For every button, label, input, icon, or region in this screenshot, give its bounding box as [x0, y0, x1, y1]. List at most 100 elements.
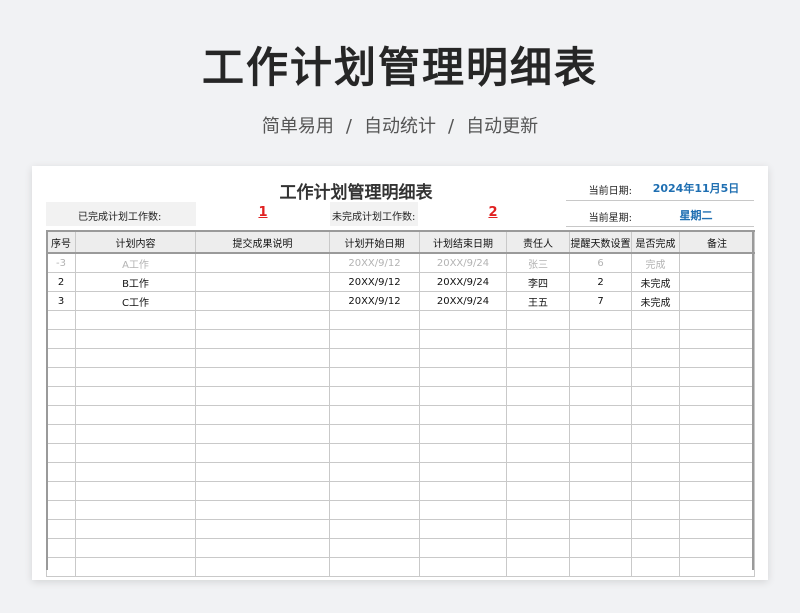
- empty-cell[interactable]: [329, 386, 420, 406]
- empty-cell[interactable]: [506, 386, 570, 406]
- empty-cell[interactable]: [75, 405, 196, 425]
- empty-cell[interactable]: [506, 500, 570, 520]
- cell-deliverable[interactable]: [195, 291, 330, 311]
- empty-cell[interactable]: [679, 424, 755, 444]
- empty-cell[interactable]: [506, 310, 570, 330]
- empty-cell[interactable]: [195, 348, 330, 368]
- empty-cell[interactable]: [195, 329, 330, 349]
- empty-cell[interactable]: [75, 443, 196, 463]
- cell-remarks[interactable]: [679, 291, 755, 311]
- empty-cell[interactable]: [506, 462, 570, 482]
- column-header-end-date[interactable]: 计划结束日期: [419, 230, 507, 254]
- empty-cell[interactable]: [195, 443, 330, 463]
- empty-cell[interactable]: [46, 310, 76, 330]
- empty-cell[interactable]: [631, 557, 680, 577]
- cell-completed[interactable]: 未完成: [631, 272, 680, 292]
- empty-cell[interactable]: [679, 481, 755, 501]
- empty-cell[interactable]: [419, 348, 507, 368]
- empty-cell[interactable]: [75, 424, 196, 444]
- empty-cell[interactable]: [569, 443, 632, 463]
- cell-owner[interactable]: 王五: [506, 291, 570, 311]
- empty-cell[interactable]: [75, 462, 196, 482]
- cell-owner[interactable]: 张三: [506, 252, 570, 273]
- empty-cell[interactable]: [419, 500, 507, 520]
- empty-cell[interactable]: [46, 405, 76, 425]
- empty-cell[interactable]: [419, 405, 507, 425]
- empty-cell[interactable]: [506, 424, 570, 444]
- empty-cell[interactable]: [631, 481, 680, 501]
- empty-cell[interactable]: [46, 443, 76, 463]
- empty-cell[interactable]: [329, 557, 420, 577]
- empty-cell[interactable]: [195, 386, 330, 406]
- cell-plan-content[interactable]: A工作: [75, 252, 196, 273]
- empty-cell[interactable]: [195, 481, 330, 501]
- empty-cell[interactable]: [75, 310, 196, 330]
- cell-start-date[interactable]: 20XX/9/12: [329, 272, 420, 292]
- cell-deliverable[interactable]: [195, 272, 330, 292]
- empty-cell[interactable]: [419, 462, 507, 482]
- cell-owner[interactable]: 李四: [506, 272, 570, 292]
- empty-cell[interactable]: [631, 443, 680, 463]
- empty-cell[interactable]: [631, 538, 680, 558]
- cell-deliverable[interactable]: [195, 252, 330, 273]
- empty-cell[interactable]: [506, 481, 570, 501]
- empty-cell[interactable]: [569, 519, 632, 539]
- empty-cell[interactable]: [631, 386, 680, 406]
- empty-cell[interactable]: [75, 519, 196, 539]
- empty-cell[interactable]: [46, 519, 76, 539]
- empty-cell[interactable]: [679, 367, 755, 387]
- empty-cell[interactable]: [506, 367, 570, 387]
- empty-cell[interactable]: [419, 367, 507, 387]
- empty-cell[interactable]: [195, 500, 330, 520]
- cell-remarks[interactable]: [679, 272, 755, 292]
- empty-cell[interactable]: [75, 557, 196, 577]
- empty-cell[interactable]: [195, 519, 330, 539]
- cell-reminder-days[interactable]: 6: [569, 252, 632, 273]
- empty-cell[interactable]: [46, 329, 76, 349]
- empty-cell[interactable]: [631, 405, 680, 425]
- empty-cell[interactable]: [569, 424, 632, 444]
- empty-cell[interactable]: [329, 519, 420, 539]
- current-date-value[interactable]: 2024年11月5日: [638, 180, 754, 196]
- column-header-plan-content[interactable]: 计划内容: [75, 230, 196, 254]
- empty-cell[interactable]: [679, 386, 755, 406]
- empty-cell[interactable]: [569, 500, 632, 520]
- cell-index[interactable]: 2: [46, 272, 76, 292]
- empty-cell[interactable]: [419, 386, 507, 406]
- empty-cell[interactable]: [419, 329, 507, 349]
- empty-cell[interactable]: [75, 500, 196, 520]
- cell-end-date[interactable]: 20XX/9/24: [419, 252, 507, 273]
- empty-cell[interactable]: [46, 557, 76, 577]
- empty-cell[interactable]: [569, 538, 632, 558]
- empty-cell[interactable]: [631, 424, 680, 444]
- empty-cell[interactable]: [75, 348, 196, 368]
- empty-cell[interactable]: [195, 462, 330, 482]
- empty-cell[interactable]: [329, 367, 420, 387]
- empty-cell[interactable]: [569, 557, 632, 577]
- empty-cell[interactable]: [569, 481, 632, 501]
- empty-cell[interactable]: [631, 310, 680, 330]
- column-header-completed[interactable]: 是否完成: [631, 230, 680, 254]
- empty-cell[interactable]: [631, 329, 680, 349]
- cell-remarks[interactable]: [679, 252, 755, 273]
- empty-cell[interactable]: [679, 500, 755, 520]
- empty-cell[interactable]: [419, 424, 507, 444]
- cell-start-date[interactable]: 20XX/9/12: [329, 252, 420, 273]
- empty-cell[interactable]: [46, 367, 76, 387]
- empty-cell[interactable]: [506, 519, 570, 539]
- column-header-deliverable[interactable]: 提交成果说明: [195, 230, 330, 254]
- cell-plan-content[interactable]: C工作: [75, 291, 196, 311]
- empty-cell[interactable]: [329, 424, 420, 444]
- empty-cell[interactable]: [679, 310, 755, 330]
- empty-cell[interactable]: [506, 557, 570, 577]
- empty-cell[interactable]: [195, 367, 330, 387]
- empty-cell[interactable]: [679, 462, 755, 482]
- empty-cell[interactable]: [46, 348, 76, 368]
- empty-cell[interactable]: [679, 405, 755, 425]
- empty-cell[interactable]: [569, 329, 632, 349]
- empty-cell[interactable]: [631, 462, 680, 482]
- empty-cell[interactable]: [195, 557, 330, 577]
- empty-cell[interactable]: [506, 538, 570, 558]
- column-header-index[interactable]: 序号: [46, 230, 76, 254]
- empty-cell[interactable]: [195, 538, 330, 558]
